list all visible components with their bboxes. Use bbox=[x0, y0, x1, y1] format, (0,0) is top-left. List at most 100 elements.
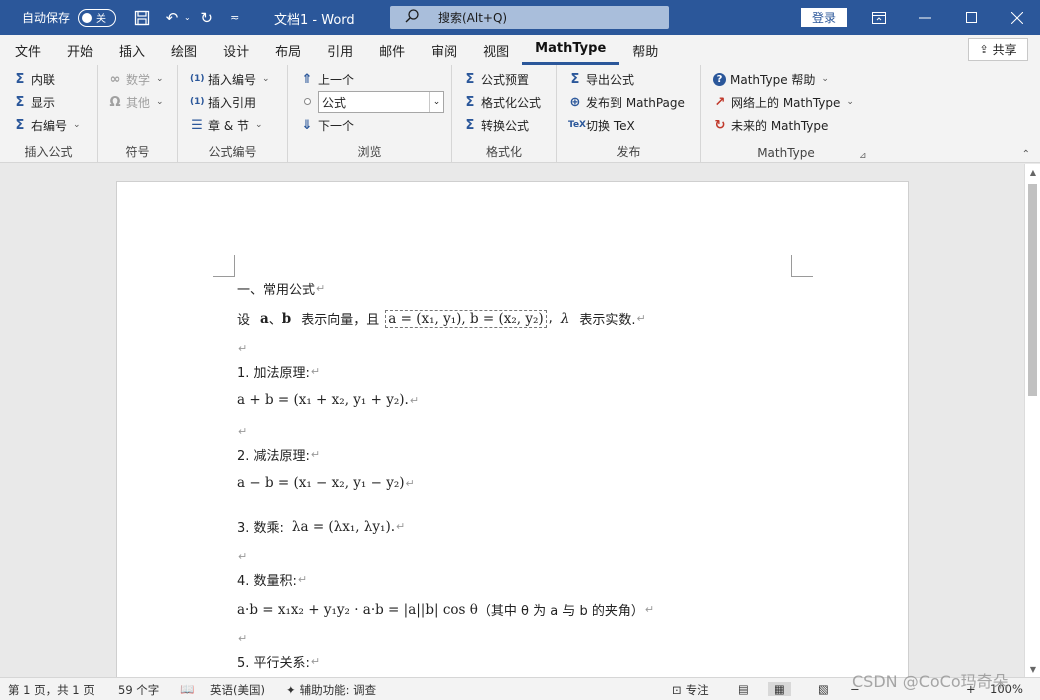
publish-mathpage-button[interactable]: ⊕ 发布到 MathPage bbox=[568, 92, 685, 112]
undo-icon[interactable]: ↶ bbox=[160, 6, 184, 30]
tab-mailings[interactable]: 邮件 bbox=[366, 35, 418, 65]
math-symbols-button[interactable]: ∞ 数学 ⌄ bbox=[108, 69, 164, 89]
empty-line: ↵ bbox=[237, 632, 247, 645]
maximize-icon[interactable] bbox=[948, 0, 994, 35]
chevron-down-icon: ⌄ bbox=[846, 97, 854, 107]
collapse-ribbon-icon[interactable]: ⌃ bbox=[1022, 149, 1030, 160]
paragraph-mark-icon: ↵ bbox=[636, 312, 646, 325]
close-icon[interactable] bbox=[994, 0, 1040, 35]
browse-type-select[interactable]: 公式 ⌄ bbox=[318, 91, 444, 113]
save-icon[interactable] bbox=[130, 6, 154, 30]
watermark: CSDN @CoCo玛奇朵 bbox=[852, 672, 1009, 691]
margin-corner bbox=[791, 255, 813, 277]
paragraph-mark-icon: ↵ bbox=[297, 573, 308, 586]
tab-insert[interactable]: 插入 bbox=[106, 35, 158, 65]
scroll-down-icon[interactable]: ▼ bbox=[1025, 661, 1040, 677]
group-label: 浏览 bbox=[357, 145, 382, 159]
tab-help[interactable]: 帮助 bbox=[619, 35, 671, 65]
help-icon: ? bbox=[713, 72, 726, 86]
minimize-icon[interactable] bbox=[902, 0, 948, 35]
mathtype-web-button[interactable]: ↗ 网络上的 MathType ⌄ bbox=[713, 92, 854, 112]
chevron-down-icon: ⌄ bbox=[821, 74, 829, 84]
item1-equation-line: a + b = (x₁ + x₂, y₁ + y₂). ↵ bbox=[237, 392, 419, 408]
customize-icon[interactable]: ≂ bbox=[223, 6, 247, 30]
chevron-down-icon: ⌄ bbox=[262, 74, 270, 84]
group-symbols: ∞ 数学 ⌄ Ω 其他 ⌄ 符号 bbox=[98, 65, 178, 163]
empty-line: ↵ bbox=[237, 342, 247, 355]
chevron-down-icon[interactable]: ⌄ bbox=[429, 92, 443, 112]
equation[interactable]: a − b = (x₁ − x₂, y₁ − y₂) bbox=[237, 475, 405, 491]
share-button[interactable]: ⇪ 共享 bbox=[968, 38, 1028, 61]
globe-icon: ⊕ bbox=[569, 94, 581, 110]
tab-draw[interactable]: 绘图 bbox=[158, 35, 210, 65]
mathtype-future-button[interactable]: ↻ 未来的 MathType bbox=[713, 115, 829, 135]
tab-references[interactable]: 引用 bbox=[314, 35, 366, 65]
equation[interactable]: a·b = x₁x₂ + y₁y₂ · a·b = |a||b| cos θ bbox=[237, 602, 478, 618]
item4-equation-line: a·b = x₁x₂ + y₁y₂ · a·b = |a||b| cos θ （… bbox=[237, 601, 655, 620]
insert-number-button[interactable]: (1) 插入编号 ⌄ bbox=[190, 69, 270, 89]
language[interactable]: 英语(美国) bbox=[210, 682, 265, 698]
group-mathtype: ? MathType 帮助 ⌄ ↗ 网络上的 MathType ⌄ ↻ 未来的 … bbox=[701, 65, 871, 163]
right-number-button[interactable]: Σ 右编号 ⌄ bbox=[13, 115, 81, 135]
vertical-scrollbar[interactable]: ▲ ▼ bbox=[1024, 164, 1040, 677]
document-title: 文档1 - Word bbox=[274, 13, 355, 28]
radio-dot bbox=[304, 98, 311, 105]
tab-home[interactable]: 开始 bbox=[54, 35, 106, 65]
equation[interactable]: a + b = (x₁ + x₂, y₁ + y₂). bbox=[237, 392, 409, 408]
login-button[interactable]: 登录 bbox=[801, 8, 847, 27]
group-numbering: (1) 插入编号 ⌄ (1) 插入引用 ☰ 章 & 节 ⌄ 公式编号 bbox=[178, 65, 288, 163]
search-box[interactable]: 搜索(Alt+Q) bbox=[390, 6, 669, 29]
chapter-section-button[interactable]: ☰ 章 & 节 ⌄ bbox=[190, 115, 262, 135]
focus-mode[interactable]: ⊡ 专注 bbox=[672, 682, 709, 698]
equation[interactable]: λa = (λx₁, λy₁). bbox=[292, 519, 395, 535]
dialog-launcher-icon[interactable]: ⊿ bbox=[859, 151, 867, 161]
previous-button[interactable]: ⇑ 上一个 bbox=[300, 69, 354, 89]
autosave-toggle[interactable]: 关 bbox=[78, 8, 117, 27]
inline-button[interactable]: Σ 内联 bbox=[13, 69, 55, 89]
other-symbols-button[interactable]: Ω 其他 ⌄ bbox=[108, 92, 163, 112]
formula-preferences-button[interactable]: Σ 公式预置 bbox=[463, 69, 529, 89]
group-format: Σ 公式预置 Σ 格式化公式 Σ 转换公式 格式化 bbox=[452, 65, 557, 163]
item4-title: 4. 数量积: ↵ bbox=[237, 573, 308, 589]
document-page[interactable]: 一、常用公式 ↵ 设 a 、 b 表示向量，且 a = (x₁, y₁), b =… bbox=[116, 181, 909, 677]
group-label: 发布 bbox=[616, 145, 641, 159]
accessibility-status[interactable]: ✦ 辅助功能: 调查 bbox=[286, 682, 376, 698]
infinity-icon: ∞ bbox=[109, 71, 121, 87]
tab-layout[interactable]: 布局 bbox=[262, 35, 314, 65]
convert-formula-button[interactable]: Σ 转换公式 bbox=[463, 115, 529, 135]
proofing-icon[interactable]: 📖 bbox=[180, 682, 194, 696]
scroll-thumb[interactable] bbox=[1028, 184, 1037, 396]
accessibility-icon: ✦ bbox=[286, 683, 296, 697]
insert-reference-button[interactable]: (1) 插入引用 bbox=[190, 92, 256, 112]
selected-equation[interactable]: a = (x₁, y₁), b = (x₂, y₂) bbox=[385, 309, 547, 328]
display-button[interactable]: Σ 显示 bbox=[13, 92, 55, 112]
undo-dropdown-icon[interactable]: ⌄ bbox=[184, 13, 191, 22]
paragraph-mark-icon: ↵ bbox=[644, 603, 655, 616]
tab-file[interactable]: 文件 bbox=[2, 35, 54, 65]
tab-review[interactable]: 审阅 bbox=[418, 35, 470, 65]
next-button[interactable]: ⇓ 下一个 bbox=[300, 115, 354, 135]
page-count[interactable]: 第 1 页，共 1 页 bbox=[8, 682, 95, 698]
list-icon: ☰ bbox=[191, 117, 203, 133]
scroll-up-icon[interactable]: ▲ bbox=[1025, 164, 1040, 180]
toggle-tex-button[interactable]: TeX 切换 TeX bbox=[568, 115, 635, 135]
paragraph-mark-icon: ↵ bbox=[310, 655, 321, 668]
item2-title: 2. 减法原理: ↵ bbox=[237, 448, 321, 464]
mathtype-help-button[interactable]: ? MathType 帮助 ⌄ bbox=[713, 69, 829, 89]
read-mode-icon[interactable]: ▤ bbox=[738, 682, 749, 696]
print-layout-icon[interactable]: ▦ bbox=[768, 682, 791, 696]
redo-icon[interactable]: ↻ bbox=[195, 6, 219, 30]
tab-mathtype[interactable]: MathType bbox=[522, 35, 620, 65]
export-formula-button[interactable]: Σ 导出公式 bbox=[568, 69, 634, 89]
ribbon-display-icon[interactable] bbox=[856, 0, 902, 35]
paragraph-mark-icon: ↵ bbox=[310, 365, 321, 378]
search-icon bbox=[404, 8, 422, 27]
paragraph-mark-icon: ↵ bbox=[405, 476, 415, 490]
tab-view[interactable]: 视图 bbox=[470, 35, 522, 65]
format-formula-button[interactable]: Σ 格式化公式 bbox=[463, 92, 541, 112]
tab-design[interactable]: 设计 bbox=[210, 35, 262, 65]
paragraph-mark-icon: ↵ bbox=[310, 448, 321, 461]
autosave-label: 自动保存 bbox=[22, 11, 71, 25]
web-layout-icon[interactable]: ▧ bbox=[818, 682, 829, 696]
word-count[interactable]: 59 个字 bbox=[118, 682, 159, 698]
